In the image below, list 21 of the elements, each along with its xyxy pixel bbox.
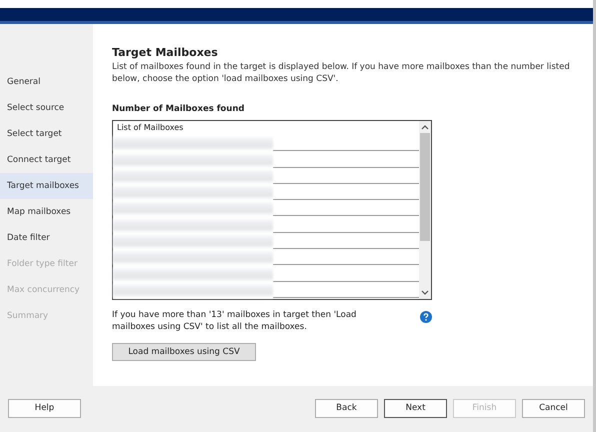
help-icon[interactable]	[420, 311, 432, 323]
load-csv-button[interactable]: Load mailboxes using CSV	[112, 343, 256, 361]
sidebar-item[interactable]: Select source	[0, 95, 93, 121]
footer-button[interactable]: Back	[315, 398, 378, 418]
help-button[interactable]: Help	[8, 398, 81, 418]
mailbox-list[interactable]: List of Mailboxes	[112, 120, 432, 300]
footer-button[interactable]: Next	[384, 398, 447, 418]
page-title: Target Mailboxes	[112, 46, 218, 59]
scroll-thumb[interactable]	[420, 133, 430, 241]
scrollbar[interactable]	[419, 121, 431, 299]
sidebar-item[interactable]: Connect target	[0, 147, 93, 173]
sidebar-item[interactable]: Select target	[0, 121, 93, 147]
sidebar-item[interactable]: General	[0, 69, 93, 95]
description-text: List of mailboxes found in the target is displayed below. If you have more mailboxes than the number listed below, choose the option 'load mailboxes using CSV'.	[112, 61, 571, 85]
sidebar-item[interactable]: Date filter	[0, 225, 93, 251]
help-text: If you have more than '13' mailboxes in target then 'Load mailboxes using CSV' to list all the mailboxes.	[112, 309, 358, 333]
sidebar-item[interactable]: Map mailboxes	[0, 199, 93, 225]
column-header: List of Mailboxes	[116, 122, 184, 134]
sidebar-item[interactable]: Target mailboxes	[0, 173, 93, 199]
section-title: Number of Mailboxes found	[112, 104, 244, 114]
footer-button[interactable]: Cancel	[522, 398, 585, 418]
